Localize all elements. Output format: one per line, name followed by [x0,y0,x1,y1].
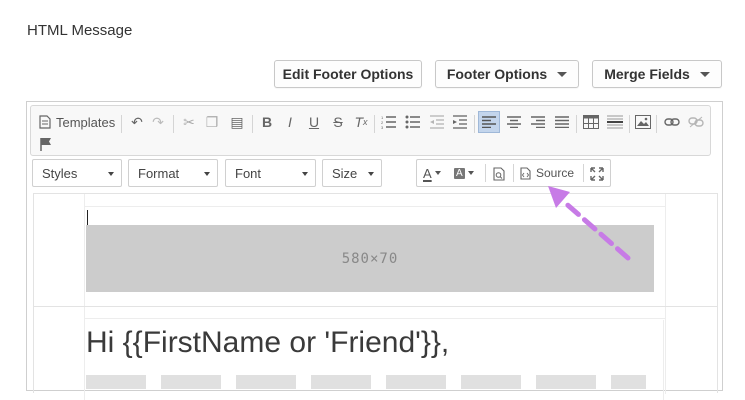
font-dropdown[interactable]: Font [225,159,316,187]
text-cursor [87,210,88,225]
underline-icon[interactable]: U [305,113,323,131]
toolbar-divider [474,115,475,133]
toolbar-divider [121,115,122,133]
italic-icon[interactable]: I [281,113,299,131]
background-color-button[interactable]: A [454,164,474,182]
align-center-icon[interactable] [505,113,523,131]
background-color-icon: A [454,167,465,179]
text-color-icon: A [423,165,432,181]
toolbar-divider [656,115,657,133]
redo-icon[interactable]: ↷ [149,113,167,131]
document-icon [39,115,51,129]
table-icon[interactable] [582,113,600,131]
align-right-icon[interactable] [529,113,547,131]
format-dropdown-label: Format [138,165,180,181]
paste-icon[interactable]: ▤ [228,113,246,131]
chevron-down-icon [557,71,568,77]
justify-icon[interactable] [553,113,571,131]
toolbar-divider [513,164,514,182]
flag-icon[interactable] [37,135,55,153]
annotation-arrow [548,186,631,261]
chevron-down-icon [108,172,114,176]
chevron-down-icon [699,71,710,77]
copy-icon[interactable]: ❐ [203,113,221,131]
remove-format-icon[interactable]: Tx [352,113,370,131]
section-title: HTML Message [27,22,133,39]
styles-dropdown-label: Styles [42,165,78,181]
size-dropdown[interactable]: Size [322,159,382,187]
size-dropdown-label: Size [332,165,358,181]
chevron-down-icon [434,171,441,175]
toolbar-divider [576,115,577,133]
preview-icon[interactable] [490,165,508,183]
styles-dropdown[interactable]: Styles [32,159,122,187]
strikethrough-icon[interactable]: S [329,113,347,131]
edit-footer-options-label: Edit Footer Options [282,66,414,82]
cut-icon[interactable]: ✂ [180,113,198,131]
greeting-heading[interactable]: Hi {{FirstName or 'Friend'}}, [86,326,449,360]
content-frame [84,320,85,400]
toolbar-divider [629,115,630,133]
chevron-down-icon [467,171,474,175]
horizontal-line-icon[interactable] [606,113,624,131]
chevron-down-icon [368,172,374,176]
bold-icon[interactable]: B [258,113,276,131]
image-icon[interactable] [634,113,652,131]
indent-icon[interactable] [451,113,469,131]
toolbar-divider [485,164,486,182]
chevron-down-icon [204,172,210,176]
footer-options-label: Footer Options [446,66,548,82]
content-frame [717,193,718,393]
content-frame [33,306,717,307]
source-label: Source [536,166,575,180]
content-frame [84,318,665,319]
svg-text:3: 3 [381,125,384,129]
bulleted-list-icon[interactable] [404,113,422,131]
merge-fields-button[interactable]: Merge Fields [592,60,722,88]
outdent-icon[interactable] [428,113,446,131]
content-frame [665,194,666,394]
unlink-icon[interactable] [687,113,705,131]
chevron-down-icon [302,172,308,176]
link-icon[interactable] [663,113,681,131]
body-text-partial [86,375,646,389]
toolbar-divider [173,115,174,133]
toolbar-divider [252,115,253,133]
edit-footer-options-button[interactable]: Edit Footer Options [274,60,422,88]
font-dropdown-label: Font [235,165,262,181]
content-frame [33,193,34,393]
editor-toolbar: Templates ↶ ↷ ✂ ❐ ▤ B I U S Tx 123 [30,105,711,156]
align-left-icon[interactable] [478,111,500,133]
undo-icon[interactable]: ↶ [128,113,146,131]
source-icon [520,166,531,180]
numbered-list-icon[interactable]: 123 [380,113,398,131]
content-frame [663,320,664,400]
merge-fields-label: Merge Fields [604,66,690,82]
templates-label: Templates [56,114,116,130]
toolbar-divider [374,115,375,133]
text-color-button[interactable]: A [423,164,441,182]
format-dropdown[interactable]: Format [128,159,218,187]
footer-options-button[interactable]: Footer Options [435,60,579,88]
templates-button[interactable]: Templates [39,113,115,131]
